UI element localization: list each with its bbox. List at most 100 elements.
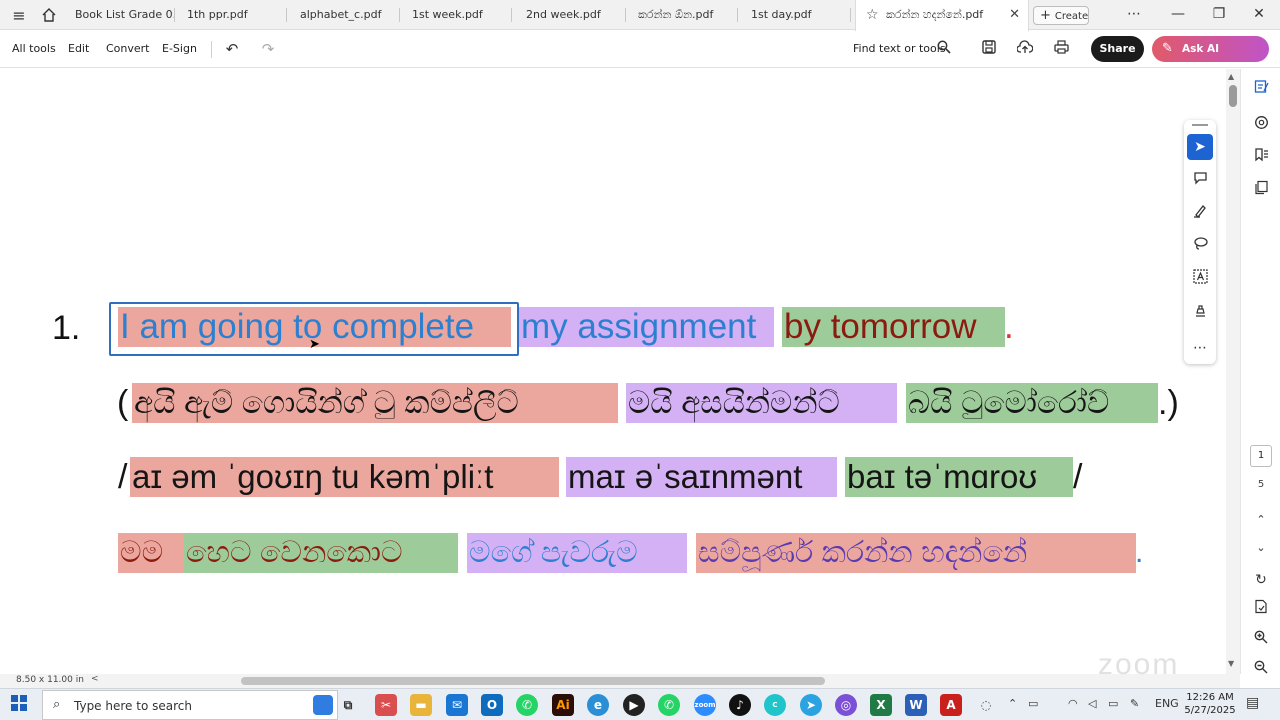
task-view-icon[interactable]: ⧉	[337, 694, 359, 716]
all-tools-menu[interactable]: All tools	[12, 42, 56, 55]
print-icon[interactable]	[1050, 38, 1072, 60]
system-clock[interactable]: 12:26 AM 5/27/2025	[1182, 691, 1238, 717]
stamp-icon[interactable]	[1187, 301, 1213, 327]
tab-bar: ≡ Book List Grade 0... 1th ppr.pdf alpha…	[0, 0, 1280, 31]
ask-ai-assistant-button[interactable]: ✎ Ask AI Assistant	[1152, 36, 1269, 81]
edit-panel-icon[interactable]	[1250, 79, 1272, 101]
pages-panel-icon[interactable]	[1250, 180, 1272, 202]
scroll-up-icon[interactable]: ▲	[1228, 72, 1234, 81]
edge-icon[interactable]: e	[587, 694, 609, 716]
current-page-input[interactable]: 1	[1250, 445, 1272, 467]
language-indicator[interactable]: ENG	[1155, 697, 1179, 710]
tab-alphabet[interactable]: alphabet_c.pdf	[288, 0, 400, 30]
menu-icon[interactable]: ≡	[8, 5, 30, 25]
highlight-icon[interactable]	[1187, 201, 1213, 227]
english-phrase-2[interactable]: my assignment	[519, 307, 774, 347]
file-explorer-icon[interactable]: ▬	[410, 694, 432, 716]
tab-2nd-week[interactable]: 2nd week.pdf	[514, 0, 626, 30]
acrobat-icon[interactable]: A	[940, 694, 962, 716]
home-icon[interactable]	[38, 5, 60, 25]
upload-icon[interactable]	[1014, 38, 1036, 60]
zoom-icon[interactable]: zoom	[694, 694, 716, 716]
tiktok-icon[interactable]: ♪	[729, 694, 751, 716]
redo-icon[interactable]: ↷	[257, 38, 279, 60]
tab-1st-week[interactable]: 1st week.pdf	[400, 0, 512, 30]
taskbar-search[interactable]: ⌕ Type here to search	[42, 690, 338, 720]
chevron-up-icon[interactable]: ⌃	[1250, 509, 1272, 531]
snipping-tool-icon[interactable]: ✂	[375, 694, 397, 716]
meaning-phrase-1[interactable]: මම	[118, 533, 184, 573]
outlook-icon[interactable]: O	[481, 694, 503, 716]
pron-phrase-2[interactable]: මයි අසයින්මන්ට්	[626, 383, 897, 423]
cursor-icon[interactable]: ➤	[1187, 134, 1213, 160]
tab-book-list[interactable]: Book List Grade 0...	[63, 0, 175, 30]
chevron-down-icon[interactable]: ⌄	[1250, 537, 1272, 559]
media-player-icon[interactable]: ▶	[623, 694, 645, 716]
whatsapp-icon[interactable]: ✆	[516, 694, 538, 716]
meaning-phrase-3[interactable]: මගේ පැවරුම	[467, 533, 687, 573]
vertical-scroll-thumb[interactable]	[1229, 85, 1237, 107]
bookmarks-icon[interactable]	[1250, 147, 1272, 169]
lasso-icon[interactable]	[1187, 234, 1213, 260]
ipa-phrase-1[interactable]: aɪ əm ˈɡoʊɪŋ tu kəmˈpliːt	[130, 457, 559, 497]
star-icon[interactable]: ☆	[866, 0, 879, 30]
meaning-phrase-2[interactable]: හෙට වෙනකොට	[184, 533, 458, 573]
mail-icon[interactable]: ✉	[446, 694, 468, 716]
tab-1st-day[interactable]: 1st day.pdf	[739, 0, 851, 30]
search-icon[interactable]	[933, 38, 955, 60]
comments-panel-icon[interactable]	[1250, 115, 1272, 137]
find-tools-label[interactable]: Find text or tools	[853, 42, 946, 55]
volume-icon[interactable]: ◁	[1088, 697, 1096, 710]
tab-1th-ppr[interactable]: 1th ppr.pdf	[175, 0, 287, 30]
maximize-icon[interactable]: ❐	[1207, 3, 1231, 25]
telegram-icon[interactable]: ➤	[800, 694, 822, 716]
zoom-out-icon[interactable]	[1250, 659, 1272, 681]
drag-handle[interactable]	[1192, 124, 1208, 126]
english-phrase-3[interactable]: by tomorrow	[782, 307, 1005, 347]
right-rail: 1 5 ⌃ ⌄ ↻	[1240, 69, 1280, 674]
meaning-phrase-4[interactable]: සම්පූර්ණ කරන්න හදන්නේ	[696, 533, 1136, 573]
excel-icon[interactable]: X	[870, 694, 892, 716]
more-options-icon[interactable]: ⋯	[1122, 3, 1146, 25]
pron-phrase-3[interactable]: බයි ටුමෝරෝව්	[906, 383, 1158, 423]
ipa-phrase-3[interactable]: baɪ təˈmɑroʊ	[845, 457, 1073, 497]
zoom-in-icon[interactable]	[1250, 629, 1272, 651]
minimize-icon[interactable]: —	[1166, 3, 1190, 25]
comment-icon[interactable]	[1187, 168, 1213, 194]
refresh-icon[interactable]: ↻	[1250, 569, 1272, 591]
wifi-icon[interactable]: ◠	[1068, 697, 1078, 710]
horizontal-scroll-thumb[interactable]	[241, 677, 825, 685]
word-icon[interactable]: W	[905, 694, 927, 716]
tray-device-icon[interactable]: ▭	[1028, 697, 1038, 710]
notification-icon[interactable]: ▤	[1246, 695, 1259, 711]
window-close-icon[interactable]: ✕	[1247, 3, 1271, 25]
whatsapp-web-icon[interactable]: ✆	[658, 694, 680, 716]
esign-menu[interactable]: E-Sign	[162, 42, 197, 55]
more-tools-icon[interactable]: ⋯	[1187, 335, 1213, 361]
close-icon[interactable]: ✕	[1009, 0, 1020, 30]
battery-icon[interactable]: ▭	[1108, 697, 1118, 710]
tab-karanna-ona[interactable]: කරන්න ඕන.pdf	[626, 0, 738, 30]
tray-chevron-icon[interactable]: ⌃	[1008, 697, 1017, 710]
ipa-phrase-2[interactable]: maɪ əˈsaɪnmənt	[566, 457, 837, 497]
undo-icon[interactable]: ↶	[221, 38, 243, 60]
illustrator-icon[interactable]: Ai	[552, 694, 574, 716]
edit-menu[interactable]: Edit	[68, 42, 89, 55]
scroll-down-icon[interactable]: ▼	[1228, 659, 1234, 668]
save-icon[interactable]	[978, 38, 1000, 60]
tab-active-document[interactable]: ☆ කරන්න හදන්නේ.pdf ✕	[855, 0, 1029, 31]
pen-icon[interactable]: ✎	[1130, 697, 1139, 710]
pron-phrase-1[interactable]: අයි ඇම් ගොයින්ග් ටු කම්ප්ලීට්	[132, 383, 618, 423]
canva-icon[interactable]: C	[764, 694, 786, 716]
network-share-icon[interactable]: ◌	[975, 694, 997, 716]
windows-start-icon[interactable]	[10, 695, 28, 713]
text-select-icon[interactable]	[1187, 268, 1213, 294]
convert-menu[interactable]: Convert	[106, 42, 150, 55]
scroll-left-icon[interactable]: <	[91, 674, 99, 684]
document-page[interactable]: 1. I am going to complete my assignment …	[0, 69, 1226, 674]
share-button[interactable]: Share	[1091, 36, 1144, 62]
vertical-scrollbar[interactable]: ▲ ▼	[1226, 69, 1240, 674]
screen-recorder-icon[interactable]: ◎	[835, 694, 857, 716]
create-button[interactable]: + Create	[1033, 6, 1089, 25]
page-export-icon[interactable]	[1250, 599, 1272, 621]
